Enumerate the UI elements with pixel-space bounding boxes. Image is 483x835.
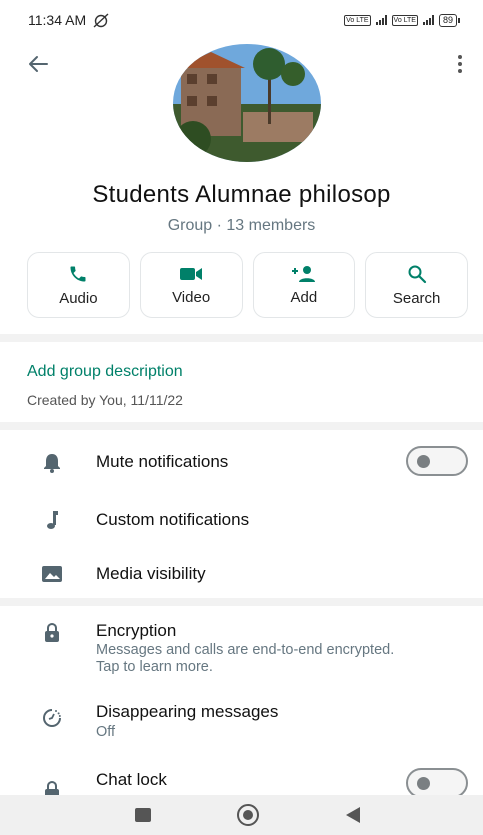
phone-icon <box>70 266 86 281</box>
media-visibility-row[interactable]: Media visibility <box>0 554 483 594</box>
section-divider-2 <box>0 422 483 430</box>
encryption-row[interactable]: Encryption Messages and calls are end-to… <box>0 615 483 679</box>
music-note-icon <box>38 506 66 534</box>
battery-icon: 89 <box>438 13 461 27</box>
signal-icon-1 <box>375 15 387 25</box>
disappearing-messages-label: Disappearing messages <box>96 702 279 721</box>
back-button[interactable] <box>24 50 52 78</box>
recent-apps-button[interactable] <box>129 803 157 827</box>
chat-lock-toggle[interactable] <box>406 768 468 795</box>
action-buttons: Audio Video Add Search <box>27 252 468 318</box>
home-button[interactable] <box>234 803 262 827</box>
status-right: Vo LTE Vo LTE 89 <box>344 13 461 27</box>
mute-notifications-row[interactable]: Mute notifications <box>0 440 483 486</box>
system-nav-bar <box>0 795 483 835</box>
square-icon <box>135 808 151 822</box>
circle-home-icon <box>237 804 259 826</box>
video-label: Video <box>172 288 211 306</box>
chat-lock-row[interactable]: Chat lock <box>0 763 483 795</box>
group-name[interactable]: Students Alumnae philosop <box>0 181 483 209</box>
alarm-off-icon <box>93 13 109 28</box>
status-time: 11:34 AM <box>28 12 87 28</box>
video-camera-icon <box>180 267 203 280</box>
add-person-icon <box>291 265 315 282</box>
encryption-label: Encryption <box>96 621 177 640</box>
add-group-description-link[interactable]: Add group description <box>27 363 183 381</box>
bell-icon <box>38 449 66 477</box>
add-participant-button[interactable]: Add <box>252 252 356 318</box>
mute-notifications-label: Mute notifications <box>96 452 229 471</box>
search-label: Search <box>392 289 441 307</box>
audio-label: Audio <box>59 289 98 307</box>
custom-notifications-label: Custom notifications <box>96 510 250 529</box>
mute-notifications-toggle[interactable] <box>406 446 468 476</box>
arrow-left-icon <box>29 56 48 72</box>
image-icon <box>38 560 66 588</box>
volte-badge-2: Vo LTE <box>391 14 418 26</box>
more-options-icon[interactable] <box>449 50 471 78</box>
section-divider-1 <box>0 334 483 342</box>
chat-lock-label: Chat lock <box>96 770 167 789</box>
volte-badge-1: Vo LTE <box>344 14 371 26</box>
status-left: 11:34 AM <box>28 12 110 28</box>
created-by-text: Created by You, 11/11/22 <box>27 392 183 408</box>
add-label: Add <box>290 288 318 306</box>
disappearing-messages-row[interactable]: Disappearing messages Off <box>0 696 483 746</box>
toggle-knob <box>417 777 430 790</box>
group-members-count: Group · 13 members <box>167 217 316 234</box>
custom-notifications-row[interactable]: Custom notifications <box>0 500 483 540</box>
chat-lock-icon <box>38 777 66 795</box>
timer-icon <box>38 704 66 732</box>
signal-icon-2 <box>422 15 434 25</box>
media-visibility-label: Media visibility <box>96 564 206 583</box>
encryption-subtitle: Messages and calls are end-to-end encryp… <box>96 642 395 675</box>
toggle-knob <box>417 455 430 468</box>
lock-icon <box>38 619 66 647</box>
section-divider-3 <box>0 598 483 606</box>
video-call-button[interactable]: Video <box>139 252 243 318</box>
disappearing-messages-value: Off <box>96 724 116 740</box>
audio-call-button[interactable]: Audio <box>27 252 130 318</box>
status-bar: 11:34 AM Vo LTE Vo LTE 89 <box>0 0 483 40</box>
search-icon <box>408 265 426 283</box>
group-avatar[interactable] <box>173 44 321 162</box>
back-nav-button[interactable] <box>339 803 367 827</box>
search-button[interactable]: Search <box>365 252 468 318</box>
triangle-back-icon <box>346 807 360 823</box>
